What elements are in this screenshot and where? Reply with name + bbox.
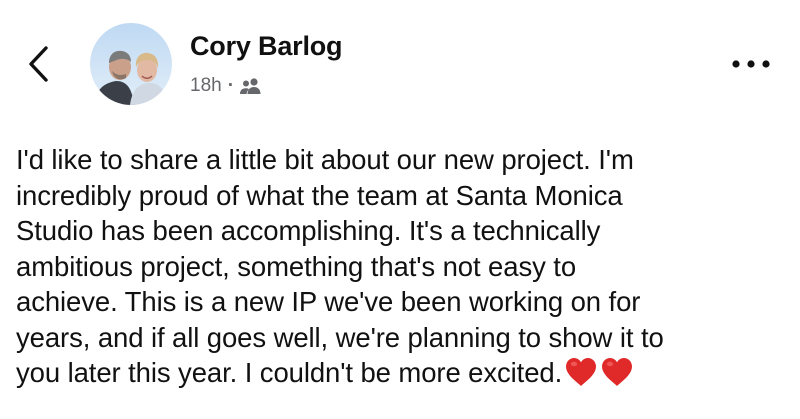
author-name[interactable]: Cory Barlog [190,31,343,62]
more-horizontal-icon [732,60,770,68]
meta-separator: · [227,75,235,96]
post-text-line: incredibly proud of what the team at San… [16,179,623,211]
avatar[interactable] [90,23,172,105]
red-heart-emoji [602,358,633,386]
timestamp[interactable]: 18h [190,75,222,97]
post-text-last-line: you later this year. I couldn't be more … [16,355,788,391]
profile-photo [90,23,172,105]
more-options-button[interactable] [724,52,778,76]
post-text-line: I'd like to share a little bit about our… [16,144,634,175]
red-heart-emoji [566,358,597,386]
post-text-line: years, and if all goes well, we're plann… [16,321,664,353]
post-card: Cory Barlog 18h · I'd like to share a li… [0,0,800,419]
chevron-left-icon [29,46,48,82]
post-text-line: Studio has been accomplishing. It's a te… [16,215,601,246]
post-text-line: achieve. This is a new IP we've been wor… [16,286,641,317]
post-meta: 18h · [190,75,263,97]
post-body: I'd like to share a little bit about our… [16,142,788,391]
friends-icon[interactable] [239,77,263,95]
back-button[interactable] [22,44,54,84]
post-text-line: ambitious project, something that's not … [16,250,577,282]
post-text-line: you later this year. I couldn't be more … [16,357,563,388]
